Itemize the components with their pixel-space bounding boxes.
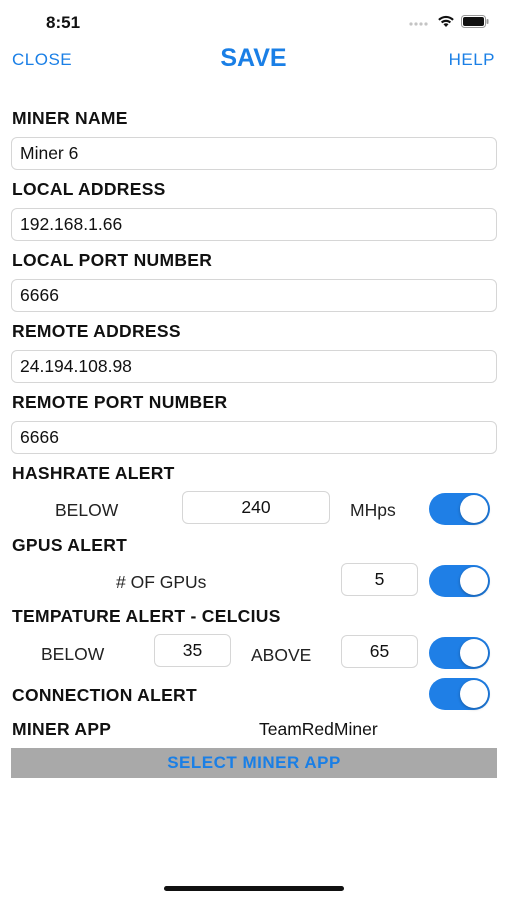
gpus-count-field[interactable] [341,563,418,596]
local-address-field[interactable] [11,208,497,241]
close-button[interactable]: CLOSE [12,50,72,70]
home-indicator [164,886,344,891]
signal-icon [409,21,428,26]
temperature-alert-toggle[interactable] [429,637,490,669]
local-port-field[interactable] [11,279,497,312]
remote-address-label: REMOTE ADDRESS [12,321,181,341]
remote-port-label: REMOTE PORT NUMBER [12,392,228,412]
miner-name-field[interactable] [11,137,497,170]
hashrate-below-label: BELOW [55,500,119,520]
temperature-above-label: ABOVE [251,645,312,665]
battery-icon [461,15,489,28]
remote-address-field[interactable] [11,350,497,383]
temperature-above-field[interactable] [341,635,418,668]
gpus-alert-toggle[interactable] [429,565,490,597]
help-button[interactable]: HELP [449,50,495,70]
hashrate-alert-toggle[interactable] [429,493,490,525]
temperature-alert-label: TEMPATURE ALERT - CELCIUS [12,606,281,626]
nav-save-wrapper: SAVE [0,44,507,73]
toggle-knob [460,567,488,595]
miner-app-label: MINER APP [12,719,112,739]
local-port-label: LOCAL PORT NUMBER [12,250,213,270]
save-button[interactable]: SAVE [220,44,286,72]
temperature-below-label: BELOW [41,644,105,664]
hashrate-alert-label: HASHRATE ALERT [12,463,175,483]
toggle-knob [460,639,488,667]
status-time: 8:51 [46,13,81,32]
hashrate-unit-label: MHps [350,500,396,520]
wifi-icon [438,15,454,27]
toggle-knob [460,680,488,708]
temperature-below-field[interactable] [154,634,231,667]
miner-name-label: MINER NAME [12,108,128,128]
select-miner-app-button[interactable]: SELECT MINER APP [11,748,497,778]
connection-alert-toggle[interactable] [429,678,490,710]
local-address-label: LOCAL ADDRESS [12,179,166,199]
gpus-count-label: # OF GPUs [116,572,207,592]
remote-port-field[interactable] [11,421,497,454]
connection-alert-label: CONNECTION ALERT [12,685,197,705]
toggle-knob [460,495,488,523]
miner-app-value: TeamRedMiner [259,719,378,739]
status-icons [409,15,489,28]
gpus-alert-label: GPUS ALERT [12,535,128,555]
hashrate-threshold-field[interactable] [182,491,330,524]
